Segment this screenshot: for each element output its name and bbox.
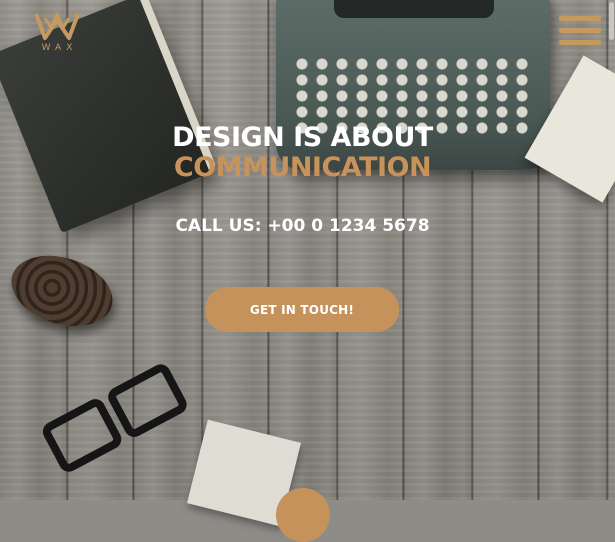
hero-title-line-1: DESIGN IS ABOUT	[172, 122, 433, 153]
scrollbar[interactable]	[609, 2, 614, 40]
typewriter-roller	[334, 0, 494, 18]
crown-w-logo-icon	[34, 12, 80, 40]
get-in-touch-button[interactable]: GET IN TOUCH!	[205, 287, 399, 332]
hamburger-menu-icon[interactable]	[559, 16, 601, 48]
hero-title-line-2: COMMUNICATION	[173, 152, 432, 183]
hero-phone: CALL US: +00 0 1234 5678	[175, 216, 430, 236]
scroll-down-icon[interactable]	[276, 488, 330, 542]
site-logo[interactable]: WAX	[24, 8, 90, 64]
logo-text: WAX	[41, 43, 78, 53]
